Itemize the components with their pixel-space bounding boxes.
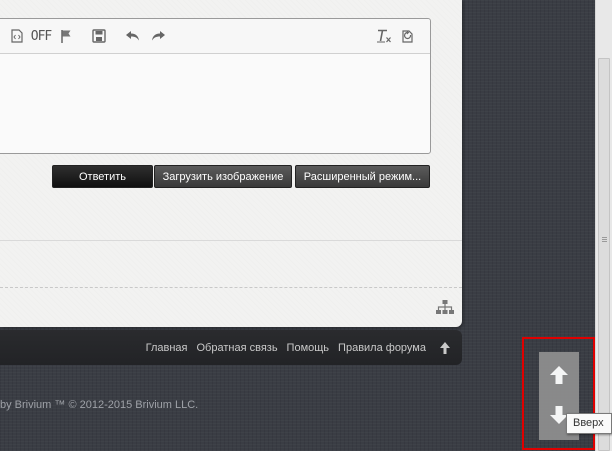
save-icon[interactable] bbox=[92, 28, 106, 44]
tooltip: Вверх bbox=[566, 413, 612, 434]
footer-link-feedback[interactable]: Обратная связь bbox=[197, 342, 278, 354]
scrollbar-grip-line bbox=[602, 239, 607, 240]
divider bbox=[0, 240, 462, 241]
scrollbar-grip-line bbox=[602, 237, 607, 238]
footer-link-home[interactable]: Главная bbox=[146, 342, 188, 354]
flag-icon[interactable] bbox=[59, 28, 73, 44]
footer-link-rules[interactable]: Правила форума bbox=[338, 342, 426, 354]
reply-button[interactable]: Ответить bbox=[52, 165, 153, 188]
footer-bar: Главная Обратная связь Помощь Правила фо… bbox=[0, 330, 462, 365]
undo-icon[interactable] bbox=[124, 28, 140, 44]
upload-image-button[interactable]: Загрузить изображение bbox=[154, 165, 292, 188]
restore-draft-icon[interactable] bbox=[400, 28, 416, 44]
remove-format-icon[interactable] bbox=[376, 28, 392, 44]
message-editor[interactable]: OFF bbox=[0, 18, 431, 154]
advanced-mode-button[interactable]: Расширенный режим... bbox=[295, 165, 430, 188]
arrow-up-icon[interactable] bbox=[547, 363, 571, 387]
off-toggle-icon[interactable]: OFF bbox=[30, 28, 52, 44]
footer-links: Главная Обратная связь Помощь Правила фо… bbox=[146, 330, 426, 365]
copyright-text: by Brivium ™ © 2012-2015 Brivium LLC. bbox=[0, 399, 199, 411]
editor-toolbar: OFF bbox=[0, 19, 430, 54]
footer-link-help[interactable]: Помощь bbox=[287, 342, 330, 354]
redo-icon[interactable] bbox=[150, 28, 166, 44]
reply-panel: OFF Ответить Загрузить изображение Расши… bbox=[0, 0, 462, 327]
html-tag-icon[interactable] bbox=[10, 28, 24, 44]
sitemap-icon[interactable] bbox=[436, 300, 454, 319]
scrollbar-thumb[interactable] bbox=[598, 58, 610, 451]
dashed-divider bbox=[0, 287, 462, 288]
page-scrollbar[interactable] bbox=[595, 0, 612, 451]
footer-top-arrow-icon[interactable] bbox=[439, 341, 451, 359]
scrollbar-grip-line bbox=[602, 241, 607, 242]
